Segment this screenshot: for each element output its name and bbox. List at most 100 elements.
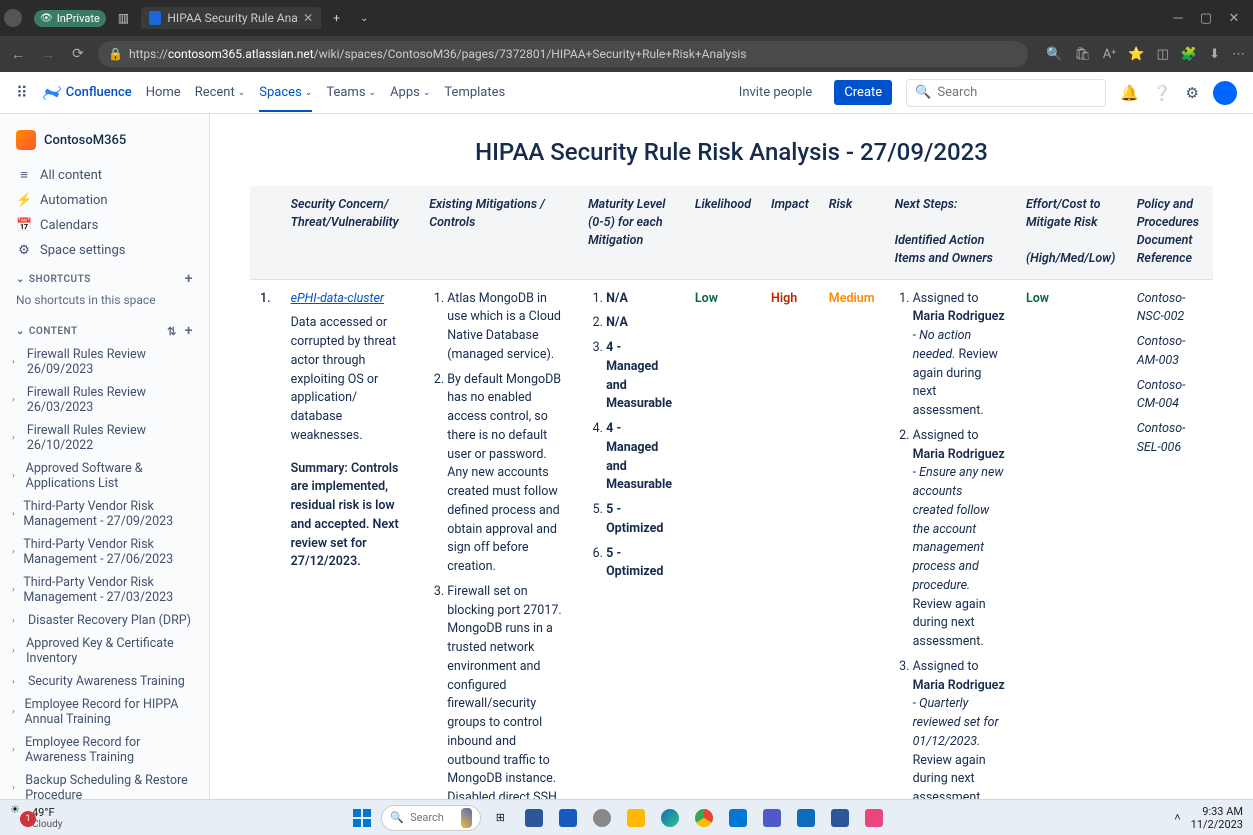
minimize-icon[interactable]: ─ xyxy=(1171,11,1185,25)
app-settings[interactable] xyxy=(587,803,617,833)
content-section: ⌄CONTENT ⇅ + xyxy=(8,315,201,343)
sidebar-item[interactable]: 📅Calendars xyxy=(8,213,201,238)
concern-link[interactable]: ePHI-data-cluster xyxy=(291,291,384,306)
new-tab-button[interactable]: + xyxy=(325,7,348,29)
sidebar-item[interactable]: ⚙Space settings xyxy=(8,238,201,263)
tray-chevron-icon[interactable]: ˄ xyxy=(1174,811,1180,824)
tree-toggle-icon[interactable]: › xyxy=(12,585,19,595)
tree-toggle-icon[interactable]: › xyxy=(12,547,19,557)
confluence-search[interactable]: 🔍 xyxy=(906,79,1106,107)
tree-toggle-icon[interactable]: › xyxy=(12,707,21,717)
profile-avatar[interactable] xyxy=(4,9,22,27)
tree-item[interactable]: ›Third-Party Vendor Risk Management - 27… xyxy=(8,533,201,571)
maximize-icon[interactable]: ▢ xyxy=(1199,11,1213,25)
sidebar-item[interactable]: ≡All content xyxy=(8,162,201,188)
col-risk: Risk xyxy=(819,186,885,279)
nav-teams[interactable]: Teams⌄ xyxy=(326,85,376,100)
app-explorer[interactable] xyxy=(519,803,549,833)
split-screen-icon[interactable]: ◫ xyxy=(1157,47,1169,62)
weather-widget[interactable]: ☀1 49°F Cloudy xyxy=(10,803,63,832)
tree-toggle-icon[interactable]: › xyxy=(12,433,23,443)
nav-templates[interactable]: Templates xyxy=(444,85,505,100)
shopping-icon[interactable]: 🛍 xyxy=(1074,47,1091,62)
downloads-icon[interactable]: ⬇ xyxy=(1209,47,1220,62)
zoom-icon[interactable]: 🔍 xyxy=(1046,47,1062,62)
tree-item[interactable]: ›Firewall Rules Review 26/09/2023 xyxy=(8,343,201,381)
policy-ref: Contoso-NSC-002 xyxy=(1137,290,1203,328)
app-switcher-icon[interactable]: ⠿ xyxy=(16,83,28,102)
tree-toggle-icon[interactable]: › xyxy=(12,783,21,793)
create-button[interactable]: Create xyxy=(834,80,892,105)
clock-time[interactable]: 9:33 AM xyxy=(1191,805,1243,818)
app-file-explorer[interactable] xyxy=(621,803,651,833)
tree-item[interactable]: ›Backup Scheduling & Restore Procedure xyxy=(8,769,201,799)
app-word[interactable] xyxy=(553,803,583,833)
nav-home[interactable]: Home xyxy=(146,85,181,100)
app-snip[interactable] xyxy=(859,803,889,833)
tree-item[interactable]: ›Approved Software & Applications List xyxy=(8,457,201,495)
task-view-icon[interactable]: ⊞ xyxy=(485,803,515,833)
tab-overview-icon[interactable]: ▥ xyxy=(110,7,137,29)
taskbar-search-input[interactable] xyxy=(410,811,455,824)
tree-item[interactable]: ›Third-Party Vendor Risk Management - 27… xyxy=(8,571,201,609)
nav-spaces[interactable]: Spaces⌄ xyxy=(259,85,312,112)
refresh-icon[interactable]: ⟳ xyxy=(68,46,88,62)
extensions-icon[interactable]: 🧩 xyxy=(1181,47,1197,62)
add-shortcut-icon[interactable]: + xyxy=(185,271,193,287)
tree-toggle-icon[interactable]: › xyxy=(12,357,23,367)
col-maturity: Maturity Level (0-5) for each Mitigation xyxy=(578,186,685,279)
clock-date[interactable]: 11/2/2023 xyxy=(1191,818,1243,831)
sidebar-icon: ⚡ xyxy=(16,193,32,208)
tab-actions-caret[interactable]: ⌄ xyxy=(352,9,376,28)
tree-toggle-icon[interactable]: › xyxy=(12,616,24,626)
tree-item[interactable]: ›Approved Key & Certificate Inventory xyxy=(8,632,201,670)
notifications-icon[interactable]: 🔔 xyxy=(1120,84,1139,102)
close-icon[interactable]: ✕ xyxy=(303,11,313,25)
nav-recent[interactable]: Recent⌄ xyxy=(195,85,246,100)
app-outlook[interactable] xyxy=(791,803,821,833)
tree-item[interactable]: ›Security Awareness Training xyxy=(8,670,201,693)
close-window-icon[interactable]: ✕ xyxy=(1227,11,1241,25)
tree-item[interactable]: ›Disaster Recovery Plan (DRP) xyxy=(8,609,201,632)
menu-icon[interactable]: ⋯ xyxy=(1232,47,1245,62)
tree-toggle-icon[interactable]: › xyxy=(12,646,22,656)
forward-icon[interactable]: → xyxy=(38,46,58,63)
app-chrome[interactable] xyxy=(689,803,719,833)
nav-apps[interactable]: Apps⌄ xyxy=(390,85,430,100)
space-header[interactable]: ContosoM365 xyxy=(8,126,201,154)
tree-toggle-icon[interactable]: › xyxy=(12,509,19,519)
user-avatar[interactable] xyxy=(1213,81,1237,105)
taskbar-search[interactable]: 🔍 xyxy=(381,805,481,831)
confluence-logo[interactable]: Confluence xyxy=(42,83,132,103)
tree-item[interactable]: ›Firewall Rules Review 26/03/2023 xyxy=(8,381,201,419)
tree-item[interactable]: ›Third-Party Vendor Risk Management - 27… xyxy=(8,495,201,533)
help-icon[interactable]: ❔ xyxy=(1153,84,1172,102)
invite-button[interactable]: Invite people xyxy=(731,81,821,104)
read-aloud-icon[interactable]: A⁺ xyxy=(1103,47,1117,62)
tree-toggle-icon[interactable]: › xyxy=(12,395,23,405)
filter-icon[interactable]: ⇅ xyxy=(167,325,177,338)
chevron-down-icon: ⌄ xyxy=(423,88,431,98)
tree-toggle-icon[interactable]: › xyxy=(12,745,21,755)
tree-item-label: Employee Record for Awareness Training xyxy=(25,735,197,765)
tree-item[interactable]: › Employee Record for Awareness Training xyxy=(8,731,201,769)
tree-item[interactable]: ›Employee Record for HIPPA Annual Traini… xyxy=(8,693,201,731)
chevron-down-icon[interactable]: ⌄ xyxy=(16,326,25,337)
app-wordpad[interactable] xyxy=(825,803,855,833)
app-store[interactable] xyxy=(723,803,753,833)
address-bar[interactable]: 🔒 https://contosom365.atlassian.net/wiki… xyxy=(98,41,1028,67)
settings-icon[interactable]: ⚙ xyxy=(1186,84,1199,102)
tree-toggle-icon[interactable]: › xyxy=(12,677,24,687)
app-edge[interactable] xyxy=(655,803,685,833)
browser-tab[interactable]: HIPAA Security Rule Analysi ✕ xyxy=(141,7,321,29)
start-icon[interactable] xyxy=(347,803,377,833)
back-icon[interactable]: ← xyxy=(8,46,28,63)
add-content-icon[interactable]: + xyxy=(185,323,193,339)
sidebar-item[interactable]: ⚡Automation xyxy=(8,188,201,213)
chevron-down-icon[interactable]: ⌄ xyxy=(16,274,25,285)
app-teams[interactable] xyxy=(757,803,787,833)
tree-item[interactable]: ›Firewall Rules Review 26/10/2022 xyxy=(8,419,201,457)
tree-toggle-icon[interactable]: › xyxy=(12,471,22,481)
search-input[interactable] xyxy=(937,85,1097,100)
favorites-icon[interactable]: ⭐ xyxy=(1128,47,1144,62)
